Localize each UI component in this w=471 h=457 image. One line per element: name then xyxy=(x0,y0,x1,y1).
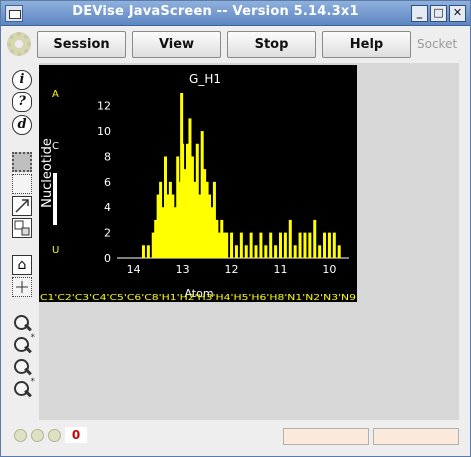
status-light-2 xyxy=(31,429,44,442)
side-letter-u: U xyxy=(52,245,59,256)
y-tick-label: 4 xyxy=(104,201,111,214)
window-title: DEVise JavaScreen -- Version 5.14.3x1 xyxy=(72,4,359,19)
status-light-3 xyxy=(48,429,61,442)
d-icon[interactable]: d xyxy=(12,115,32,135)
side-letter-a: A xyxy=(52,89,59,100)
view-button[interactable]: View xyxy=(132,31,221,58)
help-icon[interactable]: ? xyxy=(12,92,32,112)
chart-bar xyxy=(269,232,273,258)
gear-icon xyxy=(7,32,31,56)
x-tick-label: 13 xyxy=(176,263,190,276)
atom-strip: C1'C2'C3'C4'C5'C6'C8'H1'H2'H3'H4'H5'H6'H… xyxy=(40,293,356,302)
chart-bar xyxy=(141,245,145,258)
move-icon[interactable] xyxy=(12,218,32,238)
zoom-out-icon[interactable] xyxy=(12,358,32,378)
y-tick-label: 12 xyxy=(97,100,111,113)
chart-bar xyxy=(244,245,248,258)
y-tick-label: 8 xyxy=(104,150,111,163)
chart-bar xyxy=(327,232,331,258)
zoom-in-icon[interactable] xyxy=(12,314,32,334)
zoom-out-xy-icon[interactable]: * xyxy=(12,377,35,400)
chart-bar xyxy=(308,232,312,258)
x-tick-label: 11 xyxy=(273,263,287,276)
x-tick-label: 14 xyxy=(127,263,141,276)
chart-bar xyxy=(264,245,268,258)
chart-bar xyxy=(303,232,307,258)
title-bar[interactable]: DEVise JavaScreen -- Version 5.14.3x1 _ … xyxy=(1,1,470,26)
y-tick-label: 2 xyxy=(104,227,111,240)
stop-button[interactable]: Stop xyxy=(227,31,316,58)
region-select-icon[interactable] xyxy=(12,174,32,194)
home-icon[interactable]: ⌂ xyxy=(12,255,32,275)
x-tick-label: 10 xyxy=(322,263,336,276)
chart-bar xyxy=(259,232,263,258)
chart-bar xyxy=(146,245,150,258)
error-count: 0 xyxy=(65,427,87,443)
chart-bar xyxy=(298,232,302,258)
chart-bar xyxy=(293,245,297,258)
socket-label: Socket xyxy=(417,37,458,51)
chart-bar xyxy=(225,232,229,258)
chart-bar xyxy=(323,232,327,258)
minimize-button[interactable]: _ xyxy=(411,5,428,22)
chart-bar xyxy=(283,232,287,258)
nucleotide-bar-indicator xyxy=(53,173,57,225)
javascreen-window: DEVise JavaScreen -- Version 5.14.3x1 _ … xyxy=(0,0,471,457)
chart-bar xyxy=(332,232,336,258)
chart-bar xyxy=(249,232,253,258)
x-tick-label: 12 xyxy=(225,263,239,276)
maximize-button[interactable]: □ xyxy=(430,5,447,22)
y-tick-label: 10 xyxy=(97,125,111,138)
status-light-1 xyxy=(14,429,27,442)
y-tick-label: 0 xyxy=(104,252,111,265)
chart-bar xyxy=(337,245,341,258)
crosshair-icon[interactable] xyxy=(12,277,32,297)
window-menu-icon[interactable] xyxy=(5,5,23,22)
status-field-2 xyxy=(373,428,459,445)
chart-bar xyxy=(254,245,258,258)
status-field-1 xyxy=(283,428,369,445)
chart-title: G_H1 xyxy=(189,72,221,86)
close-button[interactable]: ✕ xyxy=(449,5,466,22)
chart-bar xyxy=(318,245,322,258)
select-mode-icon[interactable] xyxy=(12,152,32,172)
y-tick-label: 6 xyxy=(104,176,111,189)
session-button[interactable]: Session xyxy=(37,31,126,58)
info-icon[interactable]: i xyxy=(12,70,32,90)
chart-bar xyxy=(288,219,292,258)
zoom-in-xy-icon[interactable]: * xyxy=(12,333,35,356)
chart-bar xyxy=(230,232,234,258)
chart-bar xyxy=(239,232,243,258)
chart-bar xyxy=(274,245,278,258)
resize-icon[interactable] xyxy=(12,196,32,216)
help-button[interactable]: Help xyxy=(322,31,411,58)
chart-bar xyxy=(278,232,282,258)
chart[interactable]: 024681012 14 13 12 11 10 G_H1 Nucleotide Ato… xyxy=(39,65,357,302)
side-letter-c: C xyxy=(52,141,59,152)
chart-bar xyxy=(313,219,317,258)
chart-bar xyxy=(234,245,238,258)
